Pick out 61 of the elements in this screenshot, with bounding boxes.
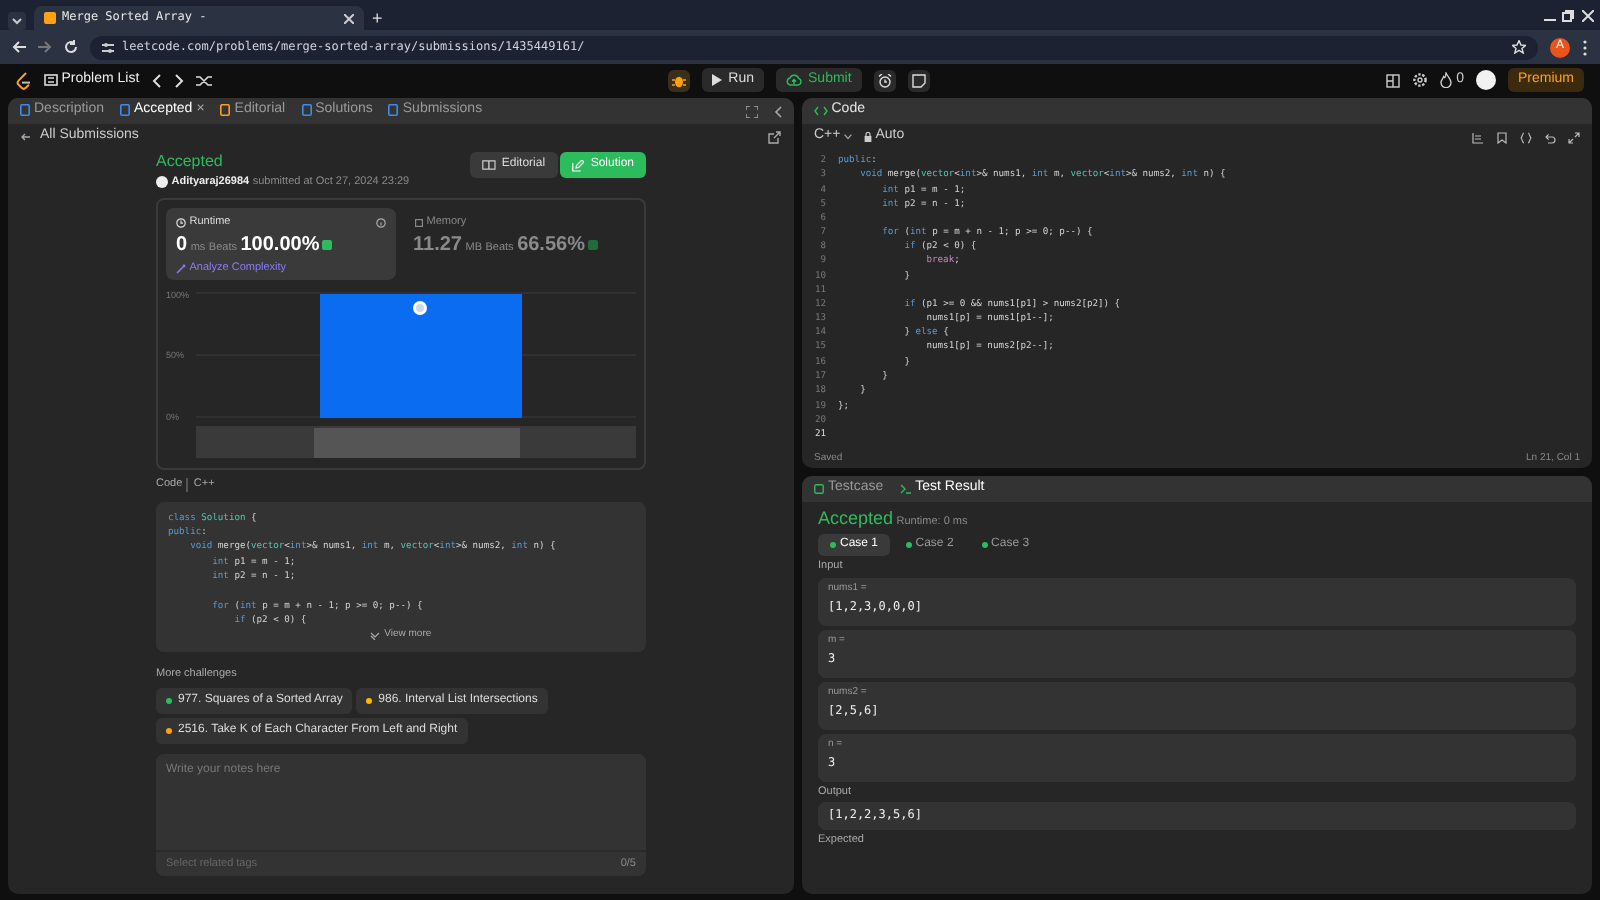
chevron-down-icon [843,133,852,140]
layout-icon[interactable] [1386,73,1401,87]
metric-value: 11.27 [413,233,462,258]
result-status: Accepted [818,508,894,530]
star-icon[interactable] [1512,40,1526,54]
document-icon [301,104,312,117]
close-icon[interactable] [344,13,354,23]
check-icon [322,239,333,250]
forward-icon[interactable] [38,40,52,54]
book-icon [481,160,496,171]
back-icon[interactable] [20,131,30,141]
document-icon [20,104,30,117]
undo-icon[interactable] [1544,131,1556,143]
alarm-clock-icon [877,73,892,87]
expand-icon[interactable] [746,105,758,117]
submission-status: Accepted [156,152,225,172]
clock-icon [176,217,186,228]
document-icon [120,104,131,117]
shuffle-icon[interactable] [195,73,212,87]
wand-icon [176,263,186,274]
note-button[interactable] [907,69,930,91]
bookmark-icon[interactable] [1496,131,1508,143]
new-tab-button[interactable]: + [372,6,383,30]
close-icon[interactable] [1581,10,1593,22]
share-icon[interactable] [768,129,782,143]
beats-percent: 100.00% [240,233,320,258]
site-info-icon [102,41,114,53]
cloud-upload-icon [786,73,803,86]
expand-icon[interactable] [1568,131,1580,143]
user-avatar [156,175,168,188]
beats-percent: 66.56% [517,233,585,258]
user-avatar[interactable] [1475,70,1496,90]
check-icon [588,239,599,250]
metric-value: 0 [176,233,188,258]
note-icon [911,73,926,87]
menu-icon[interactable] [1582,39,1588,55]
play-icon [712,73,723,86]
chevron-down-icon [370,631,381,640]
settings-icon[interactable] [1412,72,1429,88]
list-icon [44,73,58,86]
tab-list-icon[interactable] [8,12,26,30]
format-icon[interactable] [1472,131,1484,143]
timer-button[interactable] [873,69,896,91]
reload-icon[interactable] [64,40,78,54]
document-icon [388,104,399,117]
info-icon[interactable] [376,217,386,228]
lock-icon [863,131,872,142]
bug-icon [672,73,687,87]
flame-icon[interactable] [1440,71,1453,88]
chip-icon [413,217,423,228]
checkbox-icon [814,483,824,494]
debug-button[interactable] [668,69,691,91]
braces-icon[interactable] [1520,131,1532,143]
edit-icon [572,159,585,172]
terminal-icon [899,483,912,494]
page-icon [44,12,56,24]
logo-icon[interactable] [16,71,32,89]
chevron-right-icon[interactable] [173,73,184,87]
code-icon [814,105,828,116]
restore-icon[interactable] [1562,10,1574,22]
document-icon [220,104,231,117]
